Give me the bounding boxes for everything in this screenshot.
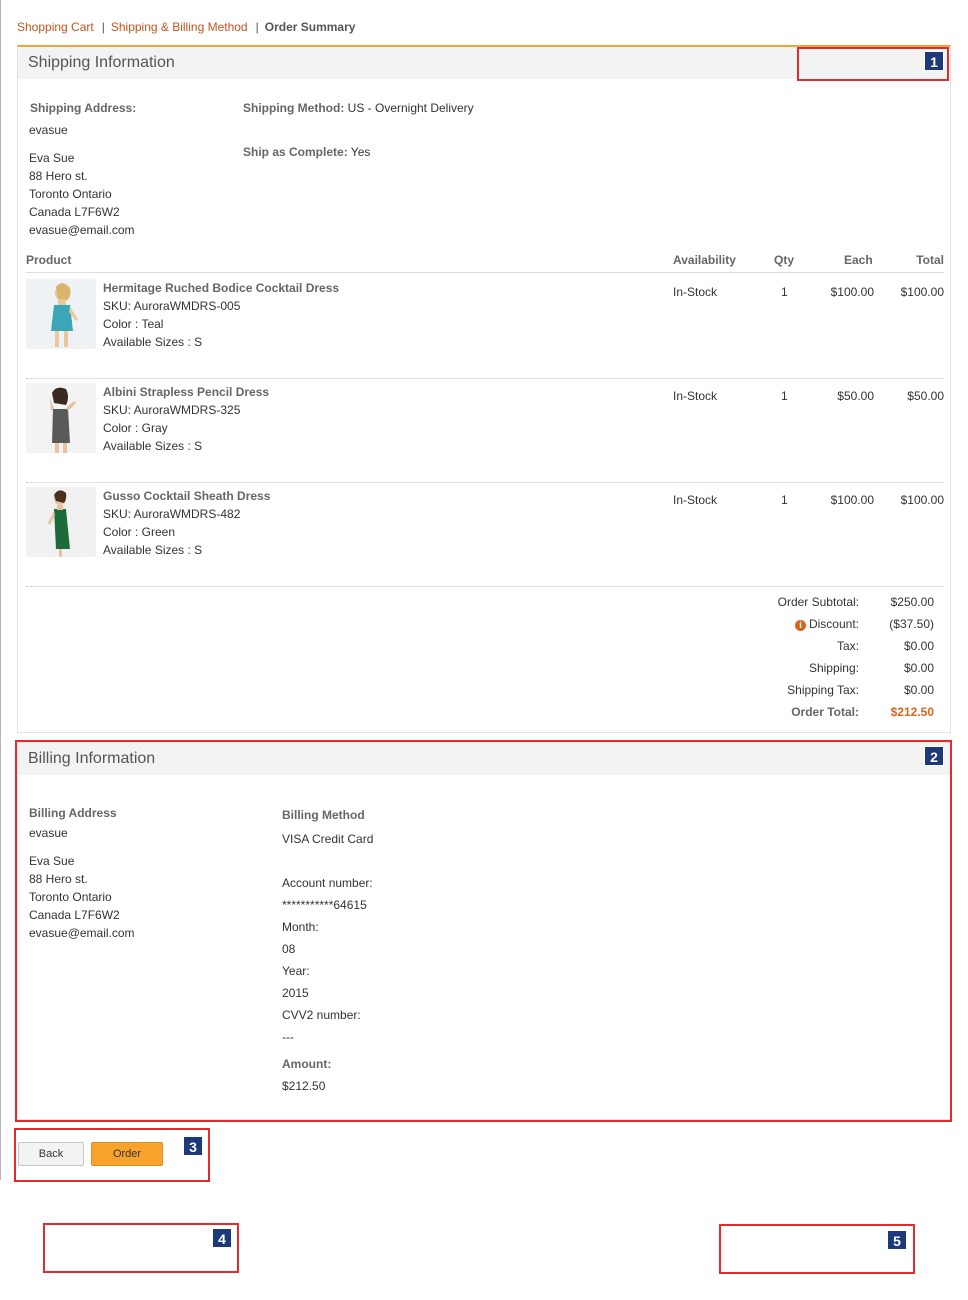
product-total-price: $100.00	[900, 285, 944, 299]
discount-value: ($37.50)	[889, 617, 934, 631]
shipping-row: Shipping: $0.00	[734, 661, 934, 683]
shipping-tax-value: $0.00	[903, 683, 934, 697]
shipping-tax-row: Shipping Tax: $0.00	[734, 683, 934, 705]
table-row: Hermitage Ruched Bodice Cocktail Dress S…	[26, 275, 944, 379]
shipping-method-value: US - Overnight Delivery	[344, 101, 474, 115]
callout-box-4	[43, 1223, 239, 1273]
product-color: Color : Teal	[103, 317, 164, 331]
product-name[interactable]: Gusso Cocktail Sheath Dress	[103, 489, 270, 503]
product-name[interactable]: Hermitage Ruched Bodice Cocktail Dress	[103, 281, 339, 295]
shipping-country-postal: Canada L7F6W2	[29, 205, 120, 219]
table-row: Albini Strapless Pencil Dress SKU: Auror…	[26, 379, 944, 483]
col-header-product: Product	[26, 253, 72, 267]
tax-label: Tax:	[836, 639, 859, 653]
breadcrumb-shipping-billing-link[interactable]: Shipping & Billing Method	[111, 20, 248, 34]
shipping-name: Eva Sue	[29, 151, 75, 165]
product-image[interactable]	[26, 487, 96, 557]
breadcrumb-separator: |	[101, 20, 105, 34]
product-color: Color : Gray	[103, 421, 168, 435]
col-header-qty: Qty	[774, 253, 795, 267]
order-total-row: Order Total: $212.50	[734, 705, 934, 727]
shipping-username: evasue	[29, 123, 68, 137]
order-subtotal-row: Order Subtotal: $250.00	[734, 595, 934, 617]
shipping-cost-value: $0.00	[903, 661, 934, 675]
product-sku: SKU: AuroraWMDRS-482	[103, 507, 241, 521]
discount-label-wrap: i Discount:	[794, 617, 859, 631]
product-total-price: $100.00	[900, 493, 944, 507]
callout-badge-3: 3	[183, 1136, 203, 1156]
page-edge-line	[0, 0, 1, 1180]
breadcrumb-shopping-cart-link[interactable]: Shopping Cart	[17, 20, 94, 34]
shipping-information-panel: Shipping Information Shipping Address: e…	[17, 45, 951, 733]
product-image[interactable]	[26, 279, 96, 349]
order-totals: Order Subtotal: $250.00 i Discount: ($37.…	[734, 595, 934, 727]
breadcrumb-current-order-summary: Order Summary	[264, 20, 356, 34]
table-row: Gusso Cocktail Sheath Dress SKU: AuroraW…	[26, 483, 944, 587]
shipping-address-label: Shipping Address:	[30, 101, 137, 115]
product-availability: In-Stock	[673, 389, 718, 403]
product-name[interactable]: Albini Strapless Pencil Dress	[103, 385, 269, 399]
product-sku: SKU: AuroraWMDRS-005	[103, 299, 241, 313]
product-image[interactable]	[26, 383, 96, 453]
product-sku: SKU: AuroraWMDRS-325	[103, 403, 241, 417]
col-header-total: Total	[916, 253, 944, 267]
shipping-tax-label: Shipping Tax:	[787, 683, 859, 697]
product-availability: In-Stock	[673, 493, 718, 507]
shipping-email: evasue@email.com	[29, 223, 135, 237]
callout-box-2	[15, 740, 952, 1122]
product-each-price: $100.00	[830, 493, 874, 507]
callout-badge-2: 2	[924, 746, 944, 766]
shipping-city: Toronto Ontario	[29, 187, 112, 201]
order-subtotal-value: $250.00	[890, 595, 934, 609]
callout-badge-5: 5	[887, 1230, 907, 1250]
shipping-cost-label: Shipping:	[808, 661, 859, 675]
callout-box-3	[14, 1128, 210, 1182]
tax-value: $0.00	[903, 639, 934, 653]
discount-label: Discount:	[808, 617, 859, 631]
product-each-price: $100.00	[830, 285, 874, 299]
discount-info-icon[interactable]: i	[794, 620, 806, 631]
product-color: Color : Green	[103, 525, 176, 539]
ship-as-complete-value: Yes	[347, 145, 371, 159]
col-header-each: Each	[844, 253, 873, 267]
shipping-street: 88 Hero st.	[29, 169, 88, 183]
col-header-availability: Availability	[673, 253, 736, 267]
ship-as-complete: Ship as Complete: Yes	[243, 145, 370, 159]
product-sizes: Available Sizes : S	[103, 439, 203, 453]
callout-box-5	[719, 1224, 915, 1274]
order-total-value: $212.50	[890, 705, 934, 719]
product-sizes: Available Sizes : S	[103, 335, 203, 349]
product-qty: 1	[781, 389, 788, 403]
discount-row: i Discount: ($37.50)	[734, 617, 934, 639]
shipping-method: Shipping Method: US - Overnight Delivery	[243, 101, 474, 115]
product-table-header: Product Availability Qty Each Total	[26, 253, 944, 273]
product-qty: 1	[781, 493, 788, 507]
product-sizes: Available Sizes : S	[103, 543, 203, 557]
order-subtotal-label: Order Subtotal:	[777, 595, 859, 609]
product-qty: 1	[781, 285, 788, 299]
callout-badge-1: 1	[924, 51, 944, 71]
product-total-price: $50.00	[907, 389, 944, 403]
callout-badge-4: 4	[212, 1228, 232, 1248]
breadcrumb: Shopping Cart | Shipping & Billing Method |…	[17, 20, 355, 34]
product-each-price: $50.00	[837, 389, 874, 403]
order-total-label: Order Total:	[791, 705, 859, 719]
product-availability: In-Stock	[673, 285, 718, 299]
shipping-method-label: Shipping Method:	[243, 101, 345, 115]
tax-row: Tax: $0.00	[734, 639, 934, 661]
ship-as-complete-label: Ship as Complete:	[243, 145, 348, 159]
breadcrumb-separator: |	[255, 20, 259, 34]
